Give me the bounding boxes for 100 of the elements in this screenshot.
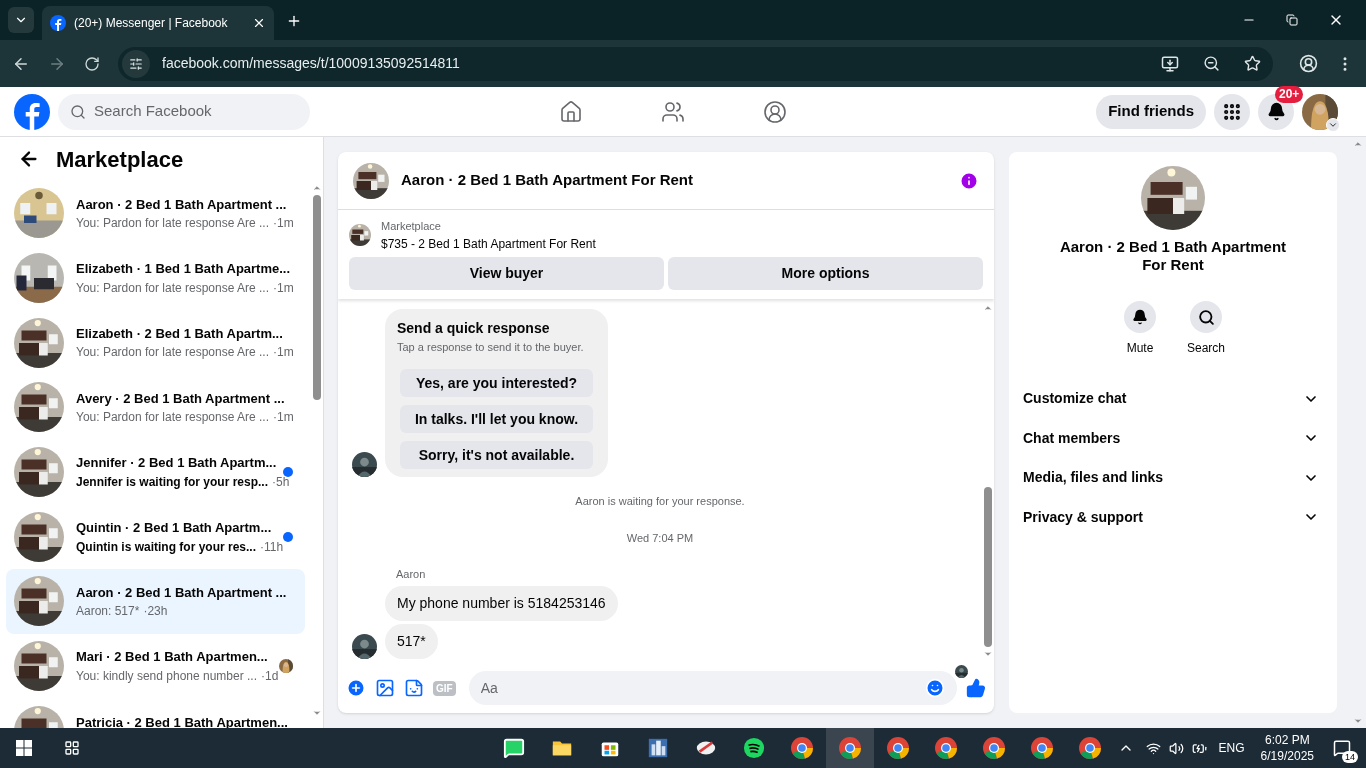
scroll-down-icon[interactable] (312, 708, 322, 718)
listing-action-button[interactable]: View buyer (349, 256, 664, 290)
profile-icon[interactable] (1299, 54, 1318, 73)
conversation-item[interactable]: Mari · 2 Bed 1 Bath Apartmen... You: kindly send phone number ... ·1d (6, 633, 305, 699)
message-preview: You: Pardon for late response Are ... (76, 409, 269, 427)
scroll-down-icon[interactable] (983, 649, 993, 659)
install-app-icon[interactable] (1161, 54, 1179, 73)
facebook-logo[interactable] (14, 93, 50, 130)
conversation-title: Elizabeth · 1 Bed 1 Bath Apartme... (76, 260, 291, 279)
tab-list-button[interactable] (8, 7, 34, 33)
quick-response-option[interactable]: Yes, are you interested? (400, 369, 593, 397)
menu-grid-icon (1222, 101, 1242, 122)
search-icon (1197, 308, 1215, 326)
quick-response-title: Send a quick response (397, 318, 551, 338)
find-friends-button[interactable]: Find friends (1096, 94, 1206, 129)
zoom-icon[interactable] (1203, 55, 1220, 72)
listing-label: Marketplace (381, 219, 442, 234)
quick-response-option[interactable]: In talks. I'll let you know. (400, 405, 593, 433)
groups-icon[interactable] (763, 99, 788, 124)
listing-action-button[interactable]: More options (668, 256, 983, 290)
city-icon (647, 737, 669, 759)
message-preview: You: Pardon for late response Are ... (76, 279, 269, 297)
conversation-item[interactable]: Quintin · 2 Bed 1 Bath Apartm... Quintin is waiting for your res... ·11h (6, 504, 305, 570)
browser-logo-icon (886, 736, 910, 760)
facebook-logo (50, 15, 66, 31)
quick-response-option[interactable]: Sorry, it's not available. (400, 441, 593, 469)
tab-title: (20+) Messenger | Facebook (74, 15, 229, 32)
conversation-item[interactable]: Elizabeth · 2 Bed 1 Bath Apartm... You: Pardon for late response Are ... ·1m (6, 310, 305, 376)
conversation-title: Avery · 2 Bed 1 Bath Apartment ... (76, 389, 285, 408)
conversation-item[interactable]: Aaron · 2 Bed 1 Bath Apartment ... Aaron: 517* ·23h (6, 569, 305, 634)
close-tab-icon[interactable] (252, 16, 266, 30)
conversation-title: Elizabeth · 2 Bed 1 Bath Apartm... (76, 324, 283, 343)
chat-title: Aaron · 2 Bed 1 Bath Apartment For Rent (401, 170, 694, 191)
conversation-item[interactable]: Elizabeth · 1 Bed 1 Bath Apartme... You: Pardon for late response Are ... ·1m (6, 245, 305, 311)
details-section[interactable]: Privacy & support (1023, 497, 1323, 537)
details-section[interactable]: Chat members (1023, 418, 1323, 458)
browser-tab[interactable]: (20+) Messenger | Facebook (42, 6, 274, 40)
site-settings-icon[interactable] (129, 56, 143, 71)
message-time: ·23h (143, 603, 168, 621)
message-preview: Quintin is waiting for your res... (76, 538, 257, 556)
language-indicator[interactable]: ENG (1218, 739, 1245, 757)
conversation-item[interactable]: Avery · 2 Bed 1 Bath Apartment ... You: Pardon for late response Are ... ·1m (6, 375, 305, 440)
new-tab-icon[interactable] (286, 13, 302, 29)
chat-action[interactable]: Mute (1120, 301, 1160, 357)
search-icon (70, 103, 86, 120)
sidebar-title: Marketplace (56, 145, 184, 174)
browser-button[interactable] (826, 728, 874, 768)
message-bubble: My phone number is 5184253146 (385, 585, 618, 621)
search-input[interactable]: Search Facebook (94, 100, 284, 123)
info-icon[interactable] (959, 170, 979, 191)
add-icon[interactable] (346, 678, 366, 698)
photo-icon[interactable] (375, 678, 395, 698)
sound-waves-icon (743, 737, 765, 759)
task-view-icon (64, 740, 80, 756)
conversation-title: Aaron · 2 Bed 1 Bath Apartment ... (76, 195, 287, 214)
reload-icon[interactable] (84, 55, 100, 72)
waiting-notice: Aaron is waiting for your response. (574, 494, 746, 509)
message-preview: You: Pardon for late response Are ... (76, 344, 269, 362)
message-time: ·1m (273, 215, 294, 233)
clock[interactable]: 6:02 PM 6/19/2025 (1260, 732, 1314, 764)
message-input[interactable]: Aa (480, 677, 925, 699)
restore-icon[interactable] (1286, 14, 1298, 26)
message-preview: You: kindly send phone number ... (76, 667, 257, 685)
chat-action[interactable]: Search (1186, 301, 1226, 357)
browser-logo-icon (838, 736, 862, 760)
conversation-title: Mari · 2 Bed 1 Bath Apartmen... (76, 648, 268, 667)
thumbs-up-icon[interactable] (966, 678, 986, 698)
conversation-title: Jennifer · 2 Bed 1 Bath Apartm... (76, 454, 277, 473)
notification-count: 14 (1342, 751, 1358, 763)
volume-icon[interactable] (1168, 740, 1184, 756)
home-icon[interactable] (559, 99, 584, 124)
chat-bubble-icon (503, 737, 525, 759)
sticker-icon[interactable] (404, 678, 424, 698)
browser-logo-icon (790, 736, 814, 760)
message-time: ·1d (261, 667, 279, 685)
conversation-item[interactable]: Jennifer · 2 Bed 1 Bath Apartm... Jennifer is waiting for your resp... ·5h (6, 439, 305, 505)
details-title: Aaron · 2 Bed 1 Bath Apartment For Rent (1058, 238, 1288, 274)
friends-icon[interactable] (661, 99, 686, 124)
scroll-up-icon[interactable] (1353, 139, 1363, 149)
details-section[interactable]: Media, files and links (1023, 458, 1323, 498)
conversation-title: Quintin · 2 Bed 1 Bath Apartm... (76, 519, 272, 538)
network-icon[interactable] (1145, 740, 1161, 756)
message-field[interactable]: Aa (468, 671, 957, 705)
conversation-item[interactable]: Aaron · 2 Bed 1 Bath Apartment ... You: Pardon for late response Are ... ·1m (6, 181, 305, 246)
details-section[interactable]: Customize chat (1023, 379, 1323, 419)
message-preview: Jennifer is waiting for your resp... (76, 473, 269, 491)
windows-logo (16, 740, 32, 756)
search-field[interactable]: Search Facebook (58, 93, 310, 130)
message-timestamp: Wed 7:04 PM (625, 530, 695, 546)
scroll-down-icon[interactable] (1353, 716, 1363, 726)
url-text: facebook.com/messages/t/10009135092514811 (162, 54, 461, 73)
listing-title: $735 - 2 Bed 1 Bath Apartment For Rent (381, 235, 596, 253)
quick-response-subtitle: Tap a response to send it to the buyer. (397, 339, 585, 355)
bookmark-star-icon[interactable] (1244, 55, 1261, 72)
scroll-up-icon[interactable] (312, 183, 322, 193)
menu-button[interactable] (1214, 93, 1250, 130)
sender-name: Aaron (396, 567, 427, 582)
browser-logo-icon (1078, 736, 1102, 760)
emoji-icon[interactable] (925, 678, 945, 698)
address-bar[interactable]: facebook.com/messages/t/10009135092514811 (118, 46, 1273, 81)
